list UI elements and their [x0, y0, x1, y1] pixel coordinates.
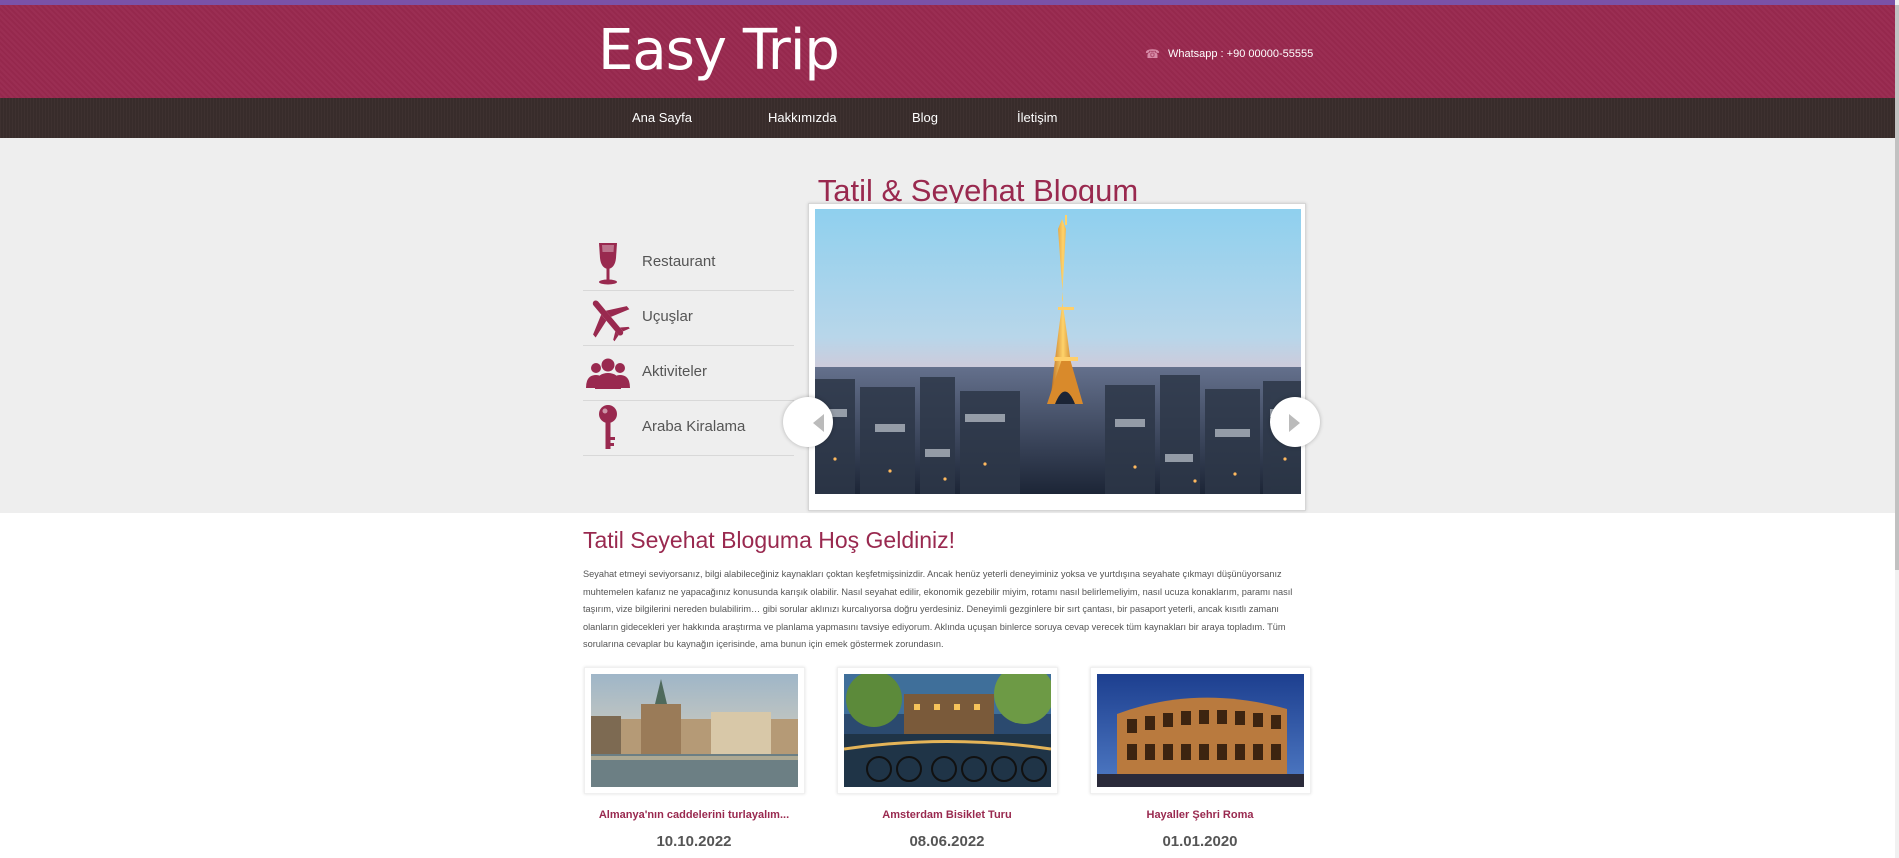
site-logo[interactable]: Easy Trip: [598, 18, 840, 84]
menu-item-activities[interactable]: Aktiviteler: [583, 346, 794, 401]
post-title[interactable]: Amsterdam Bisiklet Turu: [837, 809, 1057, 821]
post-title[interactable]: Hayaller Şehri Roma: [1090, 809, 1310, 821]
menu-item-car-rental[interactable]: Araba Kiralama: [583, 401, 794, 456]
menu-label-flights: Uçuşlar: [642, 308, 693, 325]
main-nav: Ana Sayfa Hakkımızda Blog İletişim: [0, 98, 1895, 138]
slider-next-button[interactable]: [1270, 397, 1320, 447]
hamburg-image: [591, 674, 798, 787]
post-thumbnail[interactable]: [584, 667, 805, 794]
image-slider: [808, 203, 1306, 511]
whatsapp-number: Whatsapp : +90 00000-55555: [1167, 48, 1314, 60]
menu-label-activities: Aktiviteler: [642, 363, 708, 380]
page: Easy Trip ☎ Whatsapp : +90 00000-55555 A…: [0, 0, 1895, 858]
scrollbar-thumb[interactable]: [1895, 5, 1899, 570]
menu-label-restaurant: Restaurant: [642, 253, 716, 270]
amsterdam-image: [843, 668, 1054, 787]
nav-ana-sayfa[interactable]: Ana Sayfa: [632, 110, 692, 125]
key-icon: [599, 405, 617, 449]
welcome-heading: Tatil Seyehat Bloguma Hoş Geldiniz!: [583, 527, 956, 553]
post-date: 08.06.2022: [909, 833, 985, 850]
post-title[interactable]: Almanya'nın caddelerini turlayalım...: [584, 809, 804, 821]
post-date: 10.10.2022: [656, 833, 732, 850]
menu-label-car-rental: Araba Kiralama: [642, 418, 746, 435]
chevron-right-icon: [1289, 414, 1300, 432]
nav-blog[interactable]: Blog: [912, 110, 938, 125]
post-card[interactable]: Amsterdam Bisiklet Turu 08.06.2022: [837, 667, 1058, 850]
eiffel-tower-image: [815, 209, 1301, 494]
slider-prev-button[interactable]: [783, 397, 833, 447]
nav-iletisim[interactable]: İletişim: [1017, 110, 1057, 125]
nav-hakkimizda[interactable]: Hakkımızda: [768, 110, 837, 125]
chevron-left-icon: [813, 414, 824, 432]
hero-section: Tatil & Seyehat Blogum Restaurant Uçuşla…: [0, 138, 1895, 513]
category-menu: Restaurant Uçuşlar Aktiviteler Araba Kir…: [583, 236, 794, 456]
page-scrollbar[interactable]: [1895, 0, 1899, 858]
wine-glass-icon: [599, 243, 617, 285]
phone-icon: ☎: [1145, 47, 1160, 61]
airplane-icon: [592, 300, 630, 342]
slide-image-eiffel[interactable]: [815, 209, 1301, 494]
welcome-text: Seyahat etmeyi seviyorsanız, bilgi alabi…: [583, 569, 1293, 649]
header: Easy Trip ☎ Whatsapp : +90 00000-55555: [0, 5, 1895, 98]
post-card[interactable]: Hayaller Şehri Roma 01.01.2020: [1090, 667, 1311, 850]
colosseum-image: [1097, 674, 1304, 787]
people-icon: [586, 358, 630, 389]
post-card[interactable]: Almanya'nın caddelerini turlayalım... 10…: [584, 667, 805, 850]
post-date: 01.01.2020: [1162, 833, 1238, 850]
post-thumbnail[interactable]: [1090, 667, 1311, 794]
menu-item-restaurant[interactable]: Restaurant: [583, 236, 794, 291]
post-thumbnail[interactable]: [837, 667, 1058, 794]
contact-info: ☎ Whatsapp : +90 00000-55555: [1145, 47, 1313, 61]
menu-item-flights[interactable]: Uçuşlar: [583, 291, 794, 346]
